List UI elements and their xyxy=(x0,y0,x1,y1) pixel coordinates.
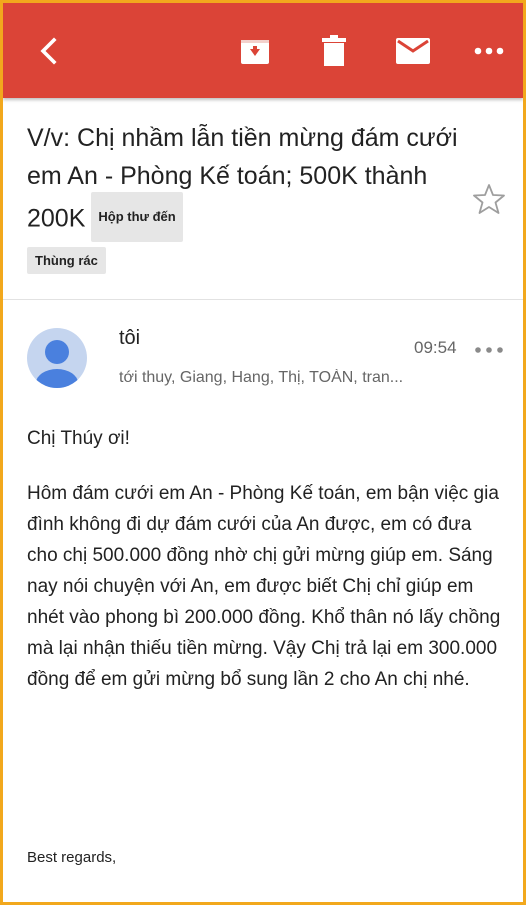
archive-button[interactable] xyxy=(233,29,277,73)
trash-icon xyxy=(322,35,346,66)
message-body: Chị Thúy ơi! Hôm đám cưới em An - Phòng … xyxy=(27,423,507,695)
arrow-left-icon xyxy=(40,37,57,65)
mark-unread-button[interactable] xyxy=(391,29,435,73)
recipients-line[interactable]: tới thuy, Giang, Hang, Thị, TOÀN, tran..… xyxy=(119,369,459,387)
message-more-button[interactable] xyxy=(473,343,505,357)
email-subject: V/v: Chị nhầm lẫn tiền mừng đám cưới em … xyxy=(27,119,467,245)
sent-time: 09:54 xyxy=(414,338,457,357)
label-inbox[interactable]: Hộp thư đến xyxy=(91,192,183,242)
subject-block: V/v: Chị nhầm lẫn tiền mừng đám cưới em … xyxy=(27,119,467,245)
more-horizontal-icon xyxy=(474,47,504,55)
top-app-bar xyxy=(3,3,523,98)
back-button[interactable] xyxy=(27,29,71,73)
body-paragraph: Hôm đám cưới em An - Phòng Kế toán, em b… xyxy=(27,483,501,690)
archive-icon xyxy=(241,40,269,64)
more-horizontal-icon xyxy=(475,347,503,353)
label-trash[interactable]: Thùng rác xyxy=(27,247,106,274)
avatar[interactable] xyxy=(27,328,87,388)
star-icon xyxy=(473,184,505,214)
person-icon xyxy=(36,340,78,388)
email-screen: V/v: Chị nhầm lẫn tiền mừng đám cưới em … xyxy=(3,3,523,902)
delete-button[interactable] xyxy=(312,29,356,73)
sender-name: tôi xyxy=(119,327,141,349)
header-divider xyxy=(3,299,523,300)
greeting: Chị Thúy ơi! xyxy=(27,428,130,449)
mail-icon xyxy=(396,38,430,64)
star-button[interactable] xyxy=(473,183,505,215)
signoff: Best regards, xyxy=(27,849,117,866)
more-options-button[interactable] xyxy=(467,29,511,73)
